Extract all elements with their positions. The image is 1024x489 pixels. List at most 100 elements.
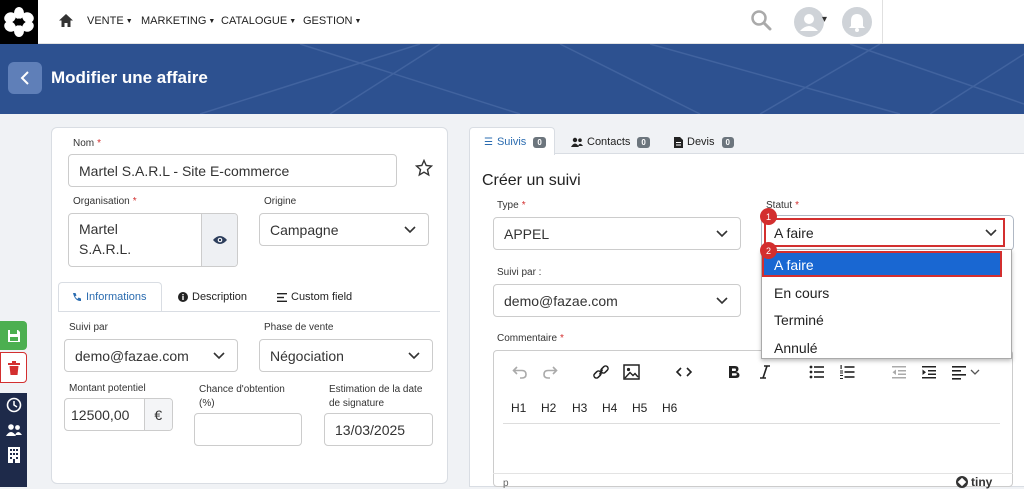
- align-left-icon: [277, 292, 287, 302]
- tab-devis[interactable]: Devis 0: [674, 136, 734, 148]
- statut-option[interactable]: Terminé: [774, 312, 824, 328]
- estimation-date-input[interactable]: 13/03/2025: [324, 413, 433, 446]
- estimation-value: 13/03/2025: [335, 421, 406, 438]
- caret-down-icon: ▼: [354, 18, 362, 25]
- toolbar-divider: [503, 423, 1000, 424]
- nom-input[interactable]: Martel S.A.R.L - Site E-commerce: [68, 154, 397, 187]
- flower-logo-icon: [4, 7, 34, 37]
- phase-select[interactable]: Négociation: [259, 339, 433, 372]
- trash-icon: [7, 360, 20, 375]
- element-path: p: [503, 478, 509, 489]
- montant-value: 12500,00: [71, 406, 130, 423]
- chance-input[interactable]: [194, 413, 302, 446]
- montant-input[interactable]: 12500,00: [65, 399, 144, 430]
- user-avatar[interactable]: [794, 7, 824, 37]
- tab-contacts[interactable]: Contacts 0: [571, 136, 650, 148]
- tab-informations-label: Informations: [72, 291, 147, 303]
- nav-menu-label: GESTION: [303, 15, 353, 27]
- heading-4-button[interactable]: H4: [602, 401, 617, 415]
- montant-label: Montant potentiel: [69, 383, 146, 394]
- chevron-down-icon: [213, 351, 225, 359]
- italic-icon[interactable]: [759, 364, 771, 380]
- tab-description[interactable]: Description: [178, 291, 247, 303]
- type-select[interactable]: APPEL: [493, 217, 741, 250]
- align-icon[interactable]: [951, 364, 967, 380]
- save-button[interactable]: [0, 321, 27, 350]
- caret-down-icon: ▼: [289, 18, 297, 25]
- home-icon[interactable]: [58, 13, 74, 28]
- heading-1-button[interactable]: H1: [511, 401, 526, 415]
- image-icon[interactable]: [623, 364, 640, 380]
- star-icon[interactable]: [415, 159, 433, 177]
- nav-menu-vente[interactable]: VENTE ▼: [87, 15, 133, 27]
- nav-menu-gestion[interactable]: GESTION ▼: [303, 15, 361, 27]
- suivi-par-select[interactable]: demo@fazae.com: [64, 339, 238, 372]
- statut-value: A faire: [774, 224, 814, 241]
- users-icon: [571, 137, 583, 147]
- count-badge: 0: [721, 136, 734, 148]
- link-icon[interactable]: [592, 364, 610, 380]
- heading-5-button[interactable]: H5: [632, 401, 647, 415]
- commentaire-label: Commentaire *: [497, 333, 564, 344]
- step-marker-1: 1: [760, 208, 777, 225]
- code-icon[interactable]: [675, 364, 693, 380]
- heading-6-button[interactable]: H6: [662, 401, 677, 415]
- toolbar-divider: [882, 0, 883, 44]
- numbered-list-icon[interactable]: [839, 364, 855, 380]
- origine-select[interactable]: Campagne: [259, 213, 429, 246]
- tiny-logo-icon: [956, 476, 968, 488]
- app-logo[interactable]: [0, 0, 38, 44]
- chevron-down-icon: [404, 225, 416, 233]
- bold-icon[interactable]: [727, 364, 741, 380]
- phase-value: Négociation: [270, 347, 344, 364]
- suivi-par-right-value: demo@fazae.com: [504, 292, 618, 309]
- organisation-field[interactable]: Martel S.A.R.L.: [68, 213, 238, 267]
- view-organisation-button[interactable]: [201, 214, 237, 266]
- nom-label: Nom *: [73, 138, 102, 149]
- statusbar-divider: [493, 473, 1013, 474]
- delete-button[interactable]: [0, 352, 27, 383]
- user-icon: [800, 14, 818, 31]
- chevron-down-icon: [985, 229, 997, 237]
- statut-option[interactable]: En cours: [774, 285, 829, 301]
- bullet-list-icon[interactable]: [809, 364, 825, 380]
- list-icon: ☰: [484, 136, 493, 148]
- chevron-down-icon[interactable]: [970, 369, 980, 376]
- undo-icon[interactable]: [512, 364, 528, 380]
- origine-label: Origine: [264, 196, 297, 207]
- tab-custom-field[interactable]: Custom field: [277, 291, 352, 303]
- back-button[interactable]: [8, 62, 42, 94]
- suivi-par-value: demo@fazae.com: [75, 347, 189, 364]
- chevron-down-icon[interactable]: ▾: [822, 14, 827, 25]
- organisation-label: Organisation *: [73, 196, 137, 207]
- statut-option[interactable]: Annulé: [774, 340, 818, 356]
- type-value: APPEL: [504, 225, 550, 242]
- step-marker-2: 2: [760, 242, 777, 259]
- tabs-baseline: [58, 311, 440, 312]
- suivi-par-right-select[interactable]: demo@fazae.com: [493, 284, 741, 317]
- chevron-down-icon: [408, 351, 420, 359]
- building-icon[interactable]: [7, 447, 20, 463]
- outdent-icon[interactable]: [891, 364, 907, 380]
- statut-select[interactable]: A faire: [764, 218, 1005, 247]
- montant-field: 12500,00 €: [64, 398, 173, 431]
- clock-icon[interactable]: [6, 397, 22, 413]
- notifications-button[interactable]: [842, 7, 872, 37]
- users-icon[interactable]: [5, 423, 22, 437]
- heading-2-button[interactable]: H2: [541, 401, 556, 415]
- nav-menu-catalogue[interactable]: CATALOGUE ▼: [221, 15, 296, 27]
- redo-icon[interactable]: [542, 364, 558, 380]
- heading-3-button[interactable]: H3: [572, 401, 587, 415]
- suivi-par-right-label: Suivi par :: [497, 267, 542, 278]
- nav-menu-marketing[interactable]: MARKETING ▼: [141, 15, 215, 27]
- nav-menu-label: VENTE: [87, 15, 124, 27]
- statut-option[interactable]: A faire: [774, 257, 814, 273]
- search-icon[interactable]: [750, 9, 772, 31]
- organisation-value: Martel S.A.R.L.: [79, 221, 132, 257]
- phase-label: Phase de vente: [264, 322, 334, 333]
- create-suivi-heading: Créer un suivi: [482, 172, 581, 189]
- indent-icon[interactable]: [921, 364, 937, 380]
- nav-menu-label: CATALOGUE: [221, 15, 288, 27]
- count-badge: 0: [637, 136, 650, 148]
- chevron-down-icon: [716, 296, 728, 304]
